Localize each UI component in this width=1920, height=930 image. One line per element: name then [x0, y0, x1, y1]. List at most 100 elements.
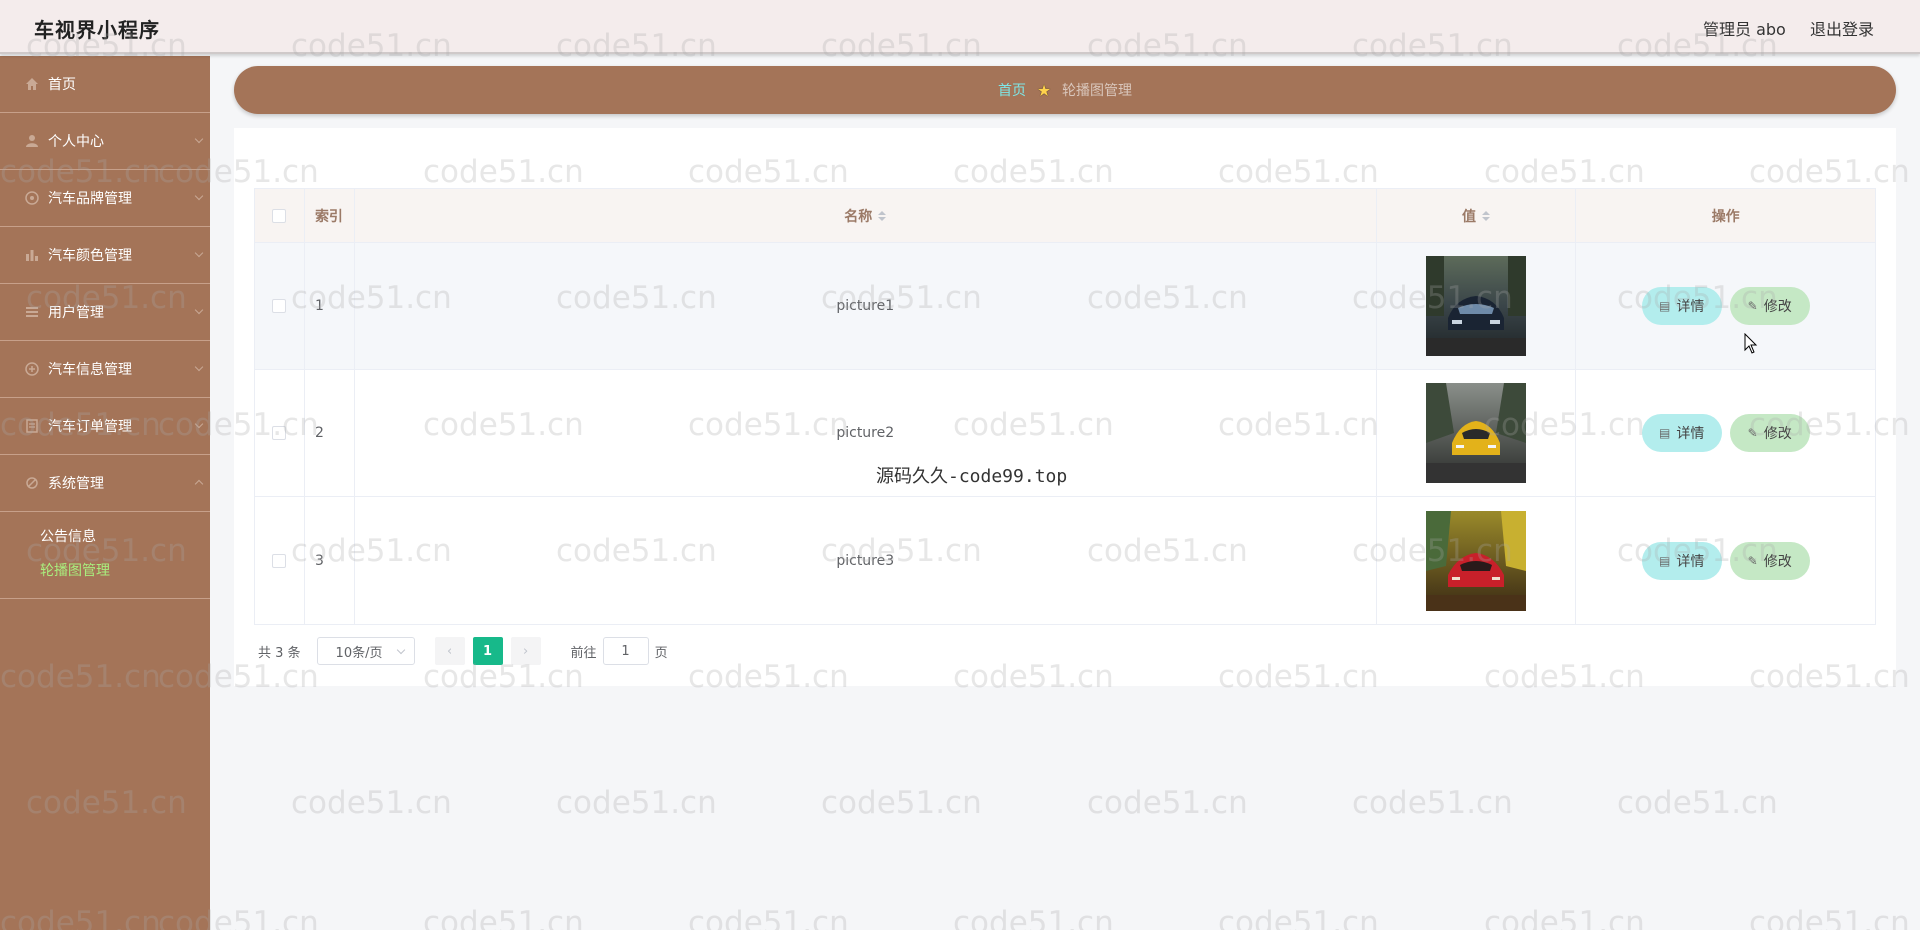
chevron-up-icon	[194, 479, 204, 489]
carousel-thumbnail[interactable]	[1426, 256, 1526, 356]
goto-page-input[interactable]	[602, 637, 649, 665]
detail-button[interactable]: ▤ 详情	[1641, 287, 1722, 325]
sidebar-item-personal[interactable]: 个人中心	[0, 113, 210, 170]
next-page-button[interactable]: ›	[510, 637, 541, 665]
sidebar-item-label: 用户管理	[48, 305, 104, 321]
watermark-text: code51.cn	[423, 905, 584, 930]
edit-icon: ✎	[1747, 426, 1758, 440]
goto-label: 前往	[570, 645, 597, 661]
row-checkbox[interactable]	[272, 553, 287, 568]
sort-icon[interactable]	[1482, 210, 1490, 221]
brand-icon	[24, 190, 40, 206]
header-select-all	[255, 189, 305, 242]
list-icon	[24, 304, 40, 320]
info-icon	[24, 361, 40, 377]
sidebar-item-label: 个人中心	[48, 134, 104, 150]
breadcrumb-home-link[interactable]: 首页	[998, 80, 1026, 100]
detail-button[interactable]: ▤ 详情	[1641, 414, 1722, 452]
system-submenu: 公告信息 轮播图管理	[0, 512, 210, 599]
header-name[interactable]: 名称	[355, 189, 1377, 242]
sidebar-item-brand[interactable]: 汽车品牌管理	[0, 170, 210, 227]
table-row: 1 picture1 ▤ 详情 ✎ 修改	[255, 243, 1875, 370]
top-header: 车视界小程序 管理员 abo 退出登录	[0, 0, 1920, 54]
chevron-down-icon	[194, 134, 204, 144]
sidebar-item-car-info[interactable]: 汽车信息管理	[0, 341, 210, 398]
sort-icon[interactable]	[878, 210, 887, 221]
watermark-text: code51.cn	[1218, 905, 1379, 930]
sidebar-subitem-notice[interactable]: 公告信息	[0, 520, 210, 554]
sidebar-item-users[interactable]: 用户管理	[0, 284, 210, 341]
bar-chart-icon	[24, 247, 40, 263]
detail-button[interactable]: ▤ 详情	[1641, 541, 1722, 580]
breadcrumb-current: 轮播图管理	[1062, 83, 1132, 99]
row-checkbox-cell	[255, 243, 305, 369]
sidebar-item-home[interactable]: 首页	[0, 56, 210, 113]
logout-link[interactable]: 退出登录	[1810, 16, 1874, 40]
center-watermark: 源码久久-code99.top	[876, 466, 1068, 487]
watermark-text: code51.cn	[821, 785, 982, 821]
chevron-down-icon	[396, 645, 405, 655]
app-title: 车视界小程序	[34, 18, 160, 42]
row-index: 3	[305, 497, 355, 624]
select-all-checkbox[interactable]	[272, 208, 287, 223]
watermark-text: code51.cn	[1352, 785, 1513, 821]
row-value	[1377, 243, 1577, 369]
detail-button-label: 详情	[1676, 426, 1705, 442]
order-icon	[24, 418, 40, 434]
page-size-select[interactable]: 10条/页	[316, 637, 415, 665]
sidebar-item-label: 汽车订单管理	[48, 419, 132, 435]
sidebar-item-system[interactable]: 系统管理	[0, 455, 210, 512]
watermark-text: code51.cn	[556, 785, 717, 821]
edit-button-label: 修改	[1763, 426, 1792, 442]
header-value[interactable]: 值	[1377, 189, 1577, 242]
chevron-down-icon	[194, 191, 204, 201]
sidebar-item-label: 汽车颜色管理	[48, 248, 132, 264]
sidebar-item-color[interactable]: 汽车颜色管理	[0, 227, 210, 284]
table-row: 3 picture3 ▤ 详情 ✎ 修改	[255, 497, 1875, 624]
watermark-text: code51.cn	[1087, 785, 1248, 821]
sidebar: 首页 个人中心 汽车品牌管理 汽车颜色管理 用户管理 汽车信息管理 汽车订单管理…	[0, 56, 210, 930]
chevron-right-icon: ›	[522, 643, 529, 659]
pagination: 共 3 条 10条/页 ‹ 1 › 前往 页	[258, 636, 668, 666]
breadcrumb: 首页 ★ 轮播图管理	[234, 66, 1896, 114]
header-value-label: 值	[1462, 208, 1476, 225]
row-checkbox[interactable]	[272, 299, 287, 313]
edit-icon: ✎	[1747, 553, 1758, 568]
home-icon	[24, 76, 40, 92]
document-icon: ▤	[1659, 426, 1671, 440]
chevron-down-icon	[194, 362, 204, 372]
document-icon: ▤	[1659, 299, 1671, 313]
sidebar-item-label: 汽车信息管理	[48, 362, 132, 378]
sidebar-subitem-carousel[interactable]: 轮播图管理	[0, 554, 210, 588]
edit-icon: ✎	[1747, 299, 1758, 313]
header-name-label: 名称	[844, 208, 873, 225]
header-index: 索引	[305, 189, 355, 242]
header-actions: 操作	[1711, 208, 1740, 225]
row-name: picture2	[355, 370, 1377, 496]
page-number-button[interactable]: 1	[472, 637, 503, 665]
main-panel: 索引 名称 值 操作 1 picture1 ▤ 详情 ✎ 修改 2 pictur…	[234, 128, 1896, 686]
row-index: 2	[305, 370, 355, 496]
watermark-text: code51.cn	[1749, 905, 1910, 930]
sidebar-item-orders[interactable]: 汽车订单管理	[0, 398, 210, 455]
star-icon: ★	[1036, 80, 1052, 100]
row-actions: ▤ 详情 ✎ 修改	[1576, 243, 1875, 369]
watermark-text: code51.cn	[953, 905, 1114, 930]
system-icon	[24, 475, 40, 491]
row-value	[1377, 370, 1577, 496]
carousel-table: 索引 名称 值 操作 1 picture1 ▤ 详情 ✎ 修改 2 pictur…	[254, 188, 1876, 625]
carousel-thumbnail[interactable]	[1426, 510, 1526, 611]
chevron-down-icon	[194, 305, 204, 315]
row-checkbox[interactable]	[272, 426, 287, 440]
row-checkbox-cell	[255, 497, 305, 624]
edit-button[interactable]: ✎ 修改	[1729, 414, 1810, 452]
sidebar-item-label: 汽车品牌管理	[48, 191, 132, 207]
watermark-text: code51.cn	[291, 785, 452, 821]
sidebar-item-label: 首页	[48, 77, 76, 93]
chevron-down-icon	[194, 419, 204, 429]
watermark-text: code51.cn	[688, 905, 849, 930]
prev-page-button[interactable]: ‹	[434, 637, 465, 665]
carousel-thumbnail[interactable]	[1426, 383, 1526, 483]
edit-button[interactable]: ✎ 修改	[1729, 287, 1810, 325]
edit-button[interactable]: ✎ 修改	[1729, 541, 1810, 580]
